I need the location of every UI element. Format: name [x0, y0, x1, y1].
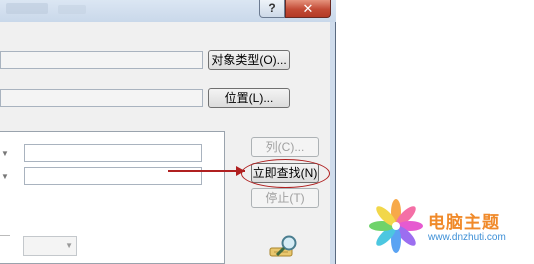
watermark-title: 电脑主题 — [428, 213, 500, 232]
object-types-button[interactable]: 对象类型(O)... — [208, 50, 290, 70]
select-users-dialog: ? ✕ 对象类型(O)... 位置(L)... ▼ ▼ ▼ 列(C)... 立即… — [0, 0, 336, 264]
chevron-down-icon: ▼ — [65, 241, 73, 250]
checkbox-edge — [0, 235, 10, 236]
columns-button[interactable]: 列(C)... — [251, 137, 319, 157]
watermark-url: www.dnzhuti.com — [428, 232, 506, 243]
locations-button[interactable]: 位置(L)... — [208, 88, 290, 108]
pinwheel-logo — [369, 199, 423, 253]
days-since-combo[interactable]: ▼ — [23, 236, 77, 256]
help-button[interactable]: ? — [259, 0, 285, 18]
name-query-input[interactable] — [24, 144, 202, 162]
dialog-title — [6, 3, 48, 14]
close-button[interactable]: ✕ — [285, 0, 331, 18]
title-bar: ? ✕ — [0, 0, 336, 22]
common-queries-panel: ▼ ▼ ▼ — [0, 131, 225, 264]
location-field — [0, 89, 203, 107]
object-type-field — [0, 51, 203, 69]
annotation-arrow-line — [168, 170, 245, 172]
annotation-highlight-ellipse — [241, 159, 330, 188]
dialog-title-secondary — [58, 5, 86, 14]
magnifier-search-icon — [269, 235, 297, 257]
stop-button[interactable]: 停止(T) — [251, 188, 319, 208]
chevron-down-icon[interactable]: ▼ — [0, 144, 11, 164]
chevron-down-icon[interactable]: ▼ — [0, 167, 11, 187]
